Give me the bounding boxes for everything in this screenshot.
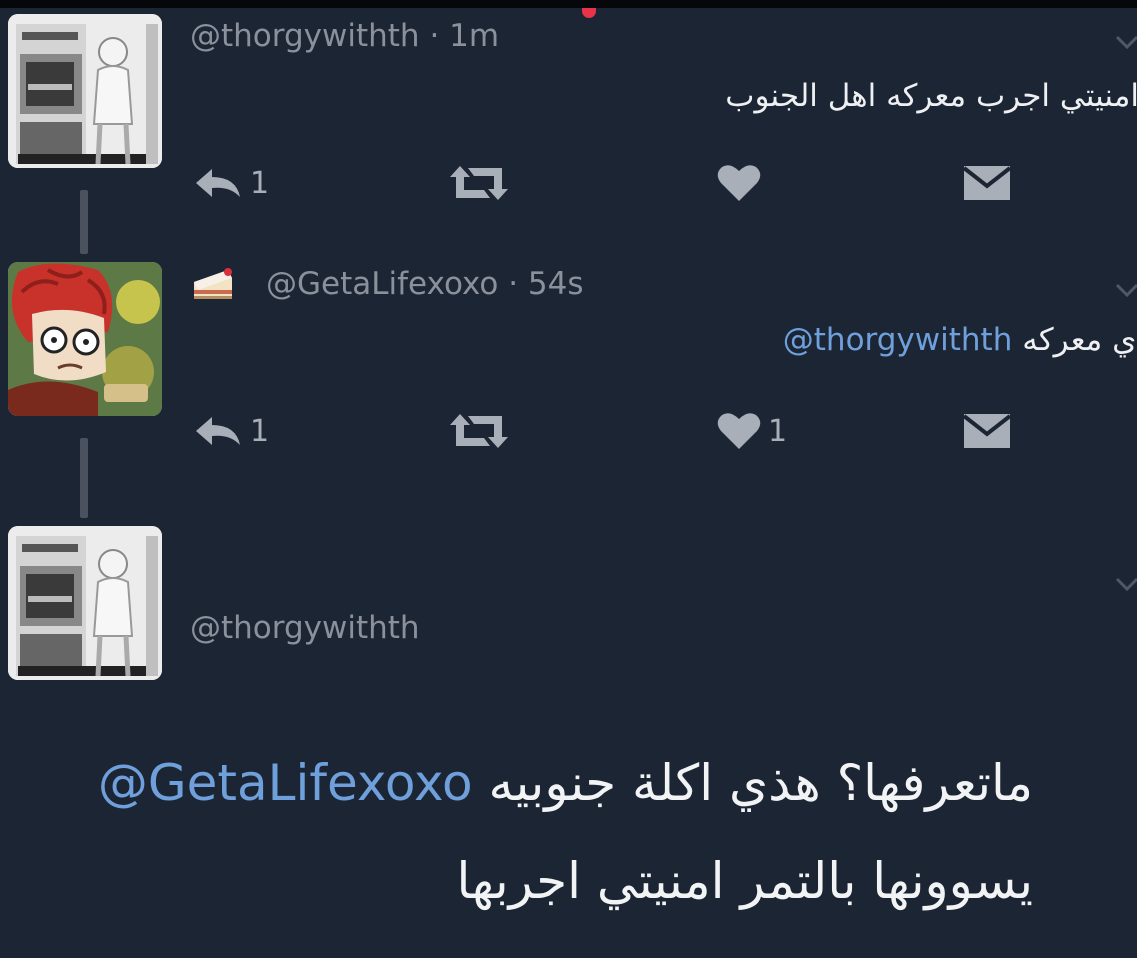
avatar-getalifexoxo[interactable] xyxy=(8,262,162,416)
tweet-3-mention[interactable]: @GetaLifexoxo xyxy=(98,754,473,812)
reply-button[interactable]: 1 xyxy=(192,158,269,208)
top-bar xyxy=(0,0,1137,8)
like-button[interactable]: 1 xyxy=(716,406,787,456)
tweet-1-header: @thorgywithth · 1m xyxy=(190,18,499,54)
tweet-2-header: @GetaLifexoxo · 54s xyxy=(266,266,584,302)
tweet-2-text-line: اي معركه @thorgywithth xyxy=(783,322,1137,358)
retweet-icon xyxy=(450,166,508,200)
notification-dot xyxy=(582,8,596,18)
tweet-1-text: امنيتي اجرب معركه اهل الجنوب xyxy=(725,78,1137,114)
separator: · xyxy=(429,18,440,54)
cake-emoji-icon xyxy=(194,268,232,299)
tweet-3-handle[interactable]: @thorgywithth xyxy=(190,610,420,646)
tweet-2-actions: 1 1 xyxy=(0,406,1137,456)
avatar-thorgywithth[interactable] xyxy=(8,14,162,168)
reply-count: 1 xyxy=(250,165,270,201)
separator: · xyxy=(508,266,519,302)
tweet-2-time: 54s xyxy=(527,266,584,302)
like-count: 1 xyxy=(768,413,788,449)
tweet-2-text: اي معركه xyxy=(1022,322,1137,358)
thread-connector xyxy=(80,190,88,254)
tweet-3-text-1: ماتعرفها؟ هذي اكلة جنوبيه xyxy=(488,754,1033,812)
heart-icon xyxy=(717,165,761,201)
tweet-1-time: 1m xyxy=(449,18,500,54)
avatar-thorgywithth[interactable] xyxy=(8,526,162,680)
chevron-down-icon[interactable] xyxy=(1114,32,1137,52)
envelope-icon xyxy=(962,166,1012,200)
dm-button[interactable] xyxy=(962,158,1012,208)
tweet-2-handle[interactable]: @GetaLifexoxo xyxy=(266,266,498,302)
tweet-3-text-line-1: ماتعرفها؟ هذي اكلة جنوبيه @GetaLifexoxo xyxy=(98,754,1033,812)
retweet-button[interactable] xyxy=(446,406,512,456)
thread-connector xyxy=(80,438,88,518)
like-button[interactable] xyxy=(716,158,768,208)
envelope-icon xyxy=(962,414,1012,448)
retweet-icon xyxy=(450,414,508,448)
chevron-down-icon[interactable] xyxy=(1114,574,1137,594)
reply-count: 1 xyxy=(250,413,270,449)
tweet-1-actions: 1 xyxy=(0,158,1137,208)
retweet-button[interactable] xyxy=(446,158,512,208)
tweet-2-mention[interactable]: @thorgywithth xyxy=(783,322,1013,358)
reply-button[interactable]: 1 xyxy=(192,406,269,456)
tweet-3-text-line-2: يسوونها بالتمر امنيتي اجربها xyxy=(456,852,1033,910)
reply-icon xyxy=(196,417,240,445)
tweet-1-handle[interactable]: @thorgywithth xyxy=(190,18,420,54)
heart-icon xyxy=(717,413,761,449)
dm-button[interactable] xyxy=(962,406,1012,456)
reply-icon xyxy=(196,169,240,197)
twitter-thread-screenshot: @thorgywithth · 1m امنيتي اجرب معركه اهل… xyxy=(0,0,1137,958)
chevron-down-icon[interactable] xyxy=(1114,280,1137,300)
